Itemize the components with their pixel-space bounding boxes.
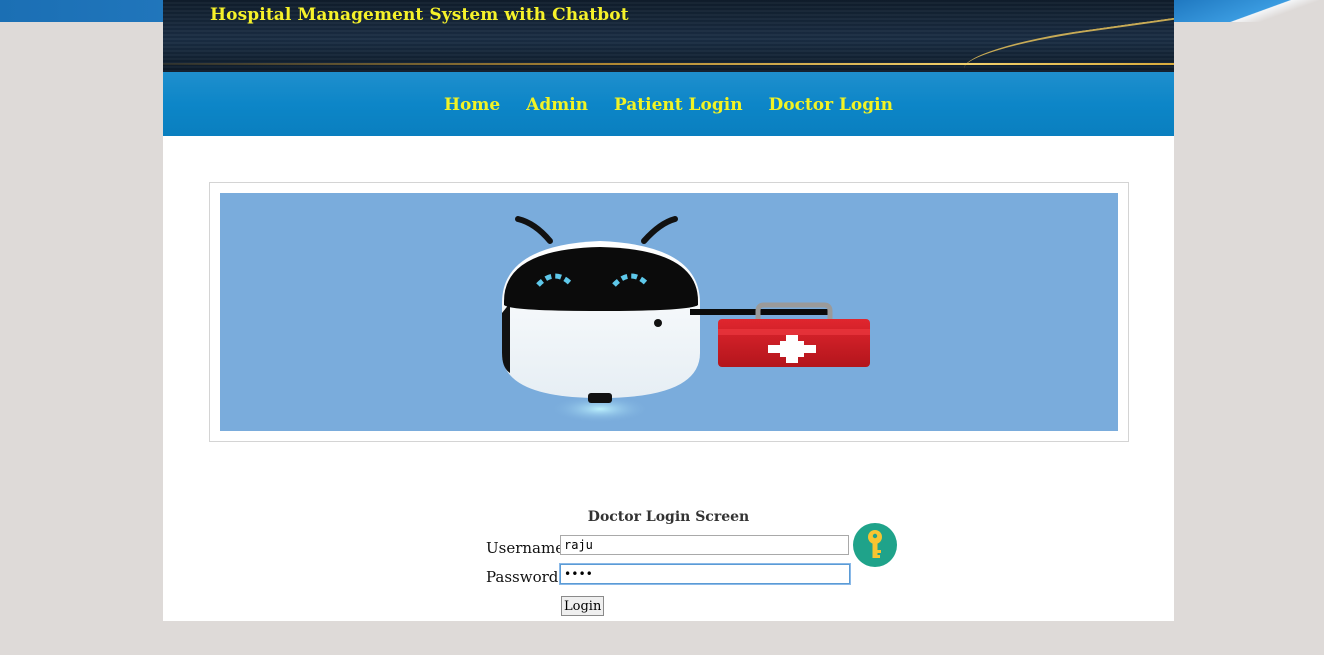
username-input[interactable] <box>560 535 849 555</box>
nav-admin[interactable]: Admin <box>526 95 588 115</box>
password-input[interactable] <box>560 564 850 584</box>
login-title: Doctor Login Screen <box>587 509 750 525</box>
nav-doctor-login[interactable]: Doctor Login <box>768 95 893 115</box>
page-container: Hospital Management System with Chatbot … <box>163 0 1174 621</box>
nav-links: Home Admin Patient Login Doctor Login <box>163 95 1174 115</box>
key-icon <box>853 523 897 567</box>
password-label: Password <box>486 568 559 586</box>
login-button[interactable]: Login <box>561 596 605 616</box>
banner-frame <box>209 182 1129 442</box>
header: Hospital Management System with Chatbot <box>163 0 1174 72</box>
banner-image <box>220 193 1118 431</box>
header-gold-line <box>163 63 1174 65</box>
navbar: Home Admin Patient Login Doctor Login <box>163 72 1174 136</box>
top-strip-accent <box>1174 0 1324 22</box>
username-label: Username <box>486 539 565 557</box>
nav-home[interactable]: Home <box>444 95 500 115</box>
app-title: Hospital Management System with Chatbot <box>210 5 629 25</box>
nav-patient-login[interactable]: Patient Login <box>614 95 743 115</box>
chatbot-robot-illustration <box>502 216 870 423</box>
